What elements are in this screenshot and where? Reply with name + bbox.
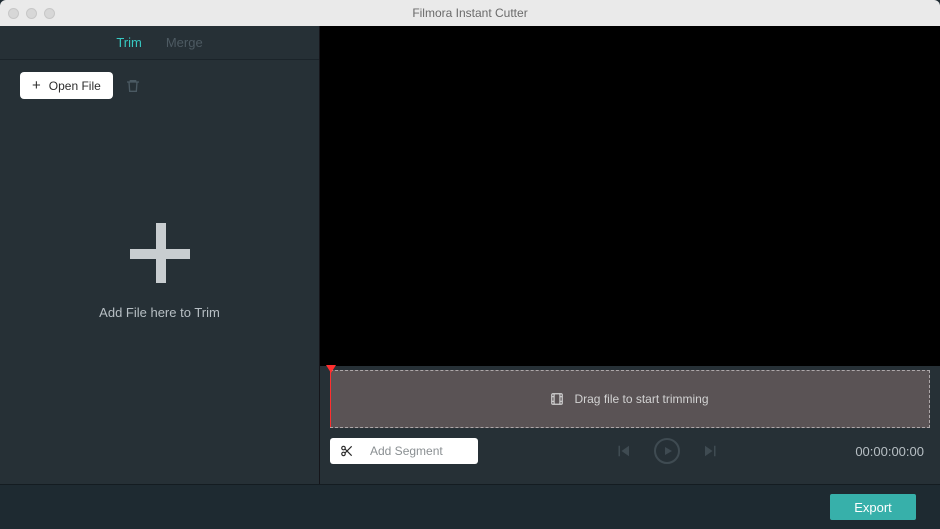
transport-controls: [494, 438, 839, 464]
tab-trim[interactable]: Trim: [116, 35, 142, 50]
right-panel: Drag file to start trimming Add Segment: [320, 26, 940, 484]
drop-area[interactable]: Add File here to Trim: [0, 59, 319, 484]
titlebar: Filmora Instant Cutter: [0, 0, 940, 26]
timeline-area: Drag file to start trimming: [320, 366, 940, 428]
add-segment-label: Add Segment: [370, 444, 443, 458]
window-title: Filmora Instant Cutter: [0, 6, 940, 20]
film-icon: [550, 392, 564, 406]
tab-merge[interactable]: Merge: [166, 35, 203, 50]
export-button[interactable]: Export: [830, 494, 916, 520]
tabs: Trim Merge: [0, 26, 319, 60]
play-button[interactable]: [654, 438, 680, 464]
add-segment-button[interactable]: Add Segment: [330, 438, 478, 464]
next-button[interactable]: [702, 442, 720, 460]
controls-row: Add Segment 00:00:00:00: [320, 428, 940, 474]
footer: Export: [0, 484, 940, 529]
main-area: Trim Merge + Open File Add File here to …: [0, 26, 940, 484]
zoom-window-icon[interactable]: [44, 8, 55, 19]
timeline[interactable]: Drag file to start trimming: [330, 370, 930, 428]
sidebar: Trim Merge + Open File Add File here to …: [0, 26, 320, 484]
drop-area-label: Add File here to Trim: [99, 305, 220, 320]
minimize-window-icon[interactable]: [26, 8, 37, 19]
timeline-hint: Drag file to start trimming: [574, 392, 708, 406]
timecode: 00:00:00:00: [855, 444, 924, 459]
window-controls: [8, 8, 55, 19]
video-preview: [320, 26, 940, 366]
add-file-plus-icon[interactable]: [130, 223, 190, 283]
close-window-icon[interactable]: [8, 8, 19, 19]
scissor-icon: [340, 444, 354, 458]
prev-button[interactable]: [614, 442, 632, 460]
